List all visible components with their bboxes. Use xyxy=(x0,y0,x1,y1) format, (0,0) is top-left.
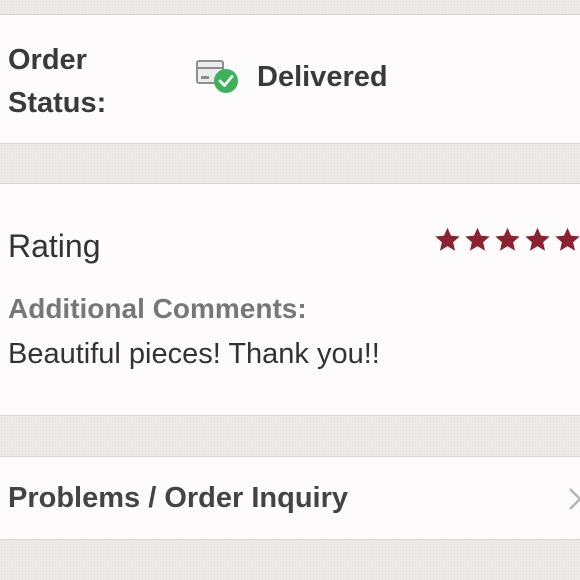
problems-order-inquiry-row[interactable]: Problems / Order Inquiry xyxy=(0,456,580,540)
additional-comments-label: Additional Comments: xyxy=(8,293,307,324)
star-icon xyxy=(465,227,490,251)
star-icon xyxy=(525,227,550,251)
order-status-card: Order Status: Delivered xyxy=(0,14,580,144)
star-icon xyxy=(435,227,460,251)
additional-comments-text: Beautiful pieces! Thank you!! xyxy=(8,338,380,370)
rating-card: Rating Additional Comments: Beautiful pi… xyxy=(0,183,580,416)
chevron-right-icon xyxy=(568,485,580,513)
rating-label: Rating xyxy=(8,228,101,264)
problems-order-inquiry-label: Problems / Order Inquiry xyxy=(8,482,349,514)
package-delivered-icon xyxy=(193,55,243,97)
star-icon xyxy=(555,227,580,251)
order-status-label: Order Status: xyxy=(8,44,107,119)
star-icon xyxy=(495,227,520,251)
order-status-value: Delivered xyxy=(257,61,388,93)
star-rating xyxy=(434,226,580,256)
